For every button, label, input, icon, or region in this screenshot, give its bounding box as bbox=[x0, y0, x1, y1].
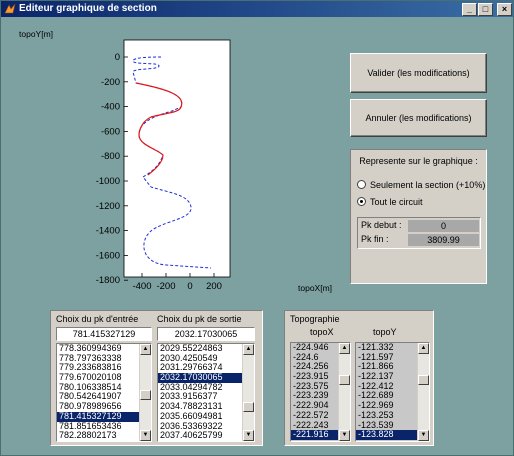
full-circuit-radio[interactable] bbox=[357, 197, 366, 206]
cancel-button[interactable]: Annuler (les modifications) bbox=[350, 99, 487, 137]
entry-pk-list-item[interactable]: 782.28802173 bbox=[57, 430, 151, 441]
axes-box bbox=[123, 39, 231, 278]
y-ticks: 0 -200 -400 -600 -800 -1000 -1200 -1400 -1600 -18… bbox=[96, 52, 128, 286]
y-tick-label: -800 bbox=[101, 151, 120, 162]
y-tick-label: -1000 bbox=[96, 176, 120, 187]
window-title: Editeur graphique de section bbox=[19, 3, 157, 14]
pk-range-box: Pk debut : 0 Pk fin : 3809.99 bbox=[357, 217, 481, 249]
x-tick-label: 200 bbox=[206, 281, 222, 292]
display-panel-title: Represente sur le graphique : bbox=[359, 156, 478, 166]
minimize-button[interactable]: _ bbox=[462, 3, 477, 16]
pk-start-label: Pk debut : bbox=[361, 220, 402, 230]
validate-button[interactable]: Valider (les modifications) bbox=[350, 53, 487, 93]
exit-list-scrollbar[interactable]: ▲ ▼ bbox=[242, 344, 254, 441]
pk-selection-panel: Choix du pk d'entrée Choix du pk de sort… bbox=[50, 310, 263, 446]
close-button[interactable]: × bbox=[497, 3, 512, 16]
scroll-up-arrow-icon[interactable]: ▲ bbox=[418, 343, 429, 354]
topo-x-header: topoX bbox=[310, 327, 334, 337]
topo-y-scrollbar[interactable]: ▲ ▼ bbox=[417, 343, 429, 441]
section-only-label: Seulement la section (+10%) bbox=[370, 180, 486, 190]
entry-pk-label: Choix du pk d'entrée bbox=[56, 314, 139, 324]
x-tick-label: -200 bbox=[156, 281, 175, 292]
scroll-up-arrow-icon[interactable]: ▲ bbox=[243, 344, 254, 355]
pk-start-value: 0 bbox=[408, 220, 479, 232]
scroll-thumb[interactable] bbox=[140, 390, 151, 400]
section-only-radio[interactable] bbox=[357, 180, 366, 189]
scroll-down-arrow-icon[interactable]: ▼ bbox=[243, 430, 254, 441]
x-axis-label: topoX[m] bbox=[298, 283, 332, 293]
x-tick-label: -400 bbox=[132, 281, 151, 292]
scroll-thumb[interactable] bbox=[243, 402, 254, 412]
y-tick-label: -1800 bbox=[96, 275, 120, 286]
y-tick-label: -1400 bbox=[96, 226, 120, 237]
y-tick-label: -400 bbox=[101, 102, 120, 113]
scroll-thumb[interactable] bbox=[418, 375, 429, 385]
entry-list-scrollbar[interactable]: ▲ ▼ bbox=[139, 344, 151, 441]
y-tick-label: -200 bbox=[101, 77, 120, 88]
entry-pk-listbox[interactable]: 778.360994369 778.797363338 779.233683816 7… bbox=[56, 343, 152, 442]
topo-y-listbox[interactable]: -121.332 -121.597 -121.866 -122.137 -122.412… bbox=[355, 342, 430, 442]
exit-pk-list-item[interactable]: 2037.40625799 bbox=[158, 430, 254, 441]
y-tick-label: -1200 bbox=[96, 201, 120, 212]
title-bar: Editeur graphique de section _ □ × bbox=[1, 1, 513, 17]
y-axis-label: topoY[m] bbox=[19, 29, 53, 39]
pk-end-value: 3809.99 bbox=[408, 234, 479, 246]
scroll-up-arrow-icon[interactable]: ▲ bbox=[140, 344, 151, 355]
scroll-down-arrow-icon[interactable]: ▼ bbox=[418, 430, 429, 441]
topo-y-header: topoY bbox=[373, 327, 397, 337]
y-tick-label: -1600 bbox=[96, 250, 120, 261]
y-tick-label: -600 bbox=[101, 126, 120, 137]
scroll-thumb[interactable] bbox=[339, 375, 350, 385]
x-tick-label: 0 bbox=[187, 281, 192, 292]
y-tick-label: 0 bbox=[115, 52, 120, 63]
full-circuit-label: Tout le circuit bbox=[370, 197, 423, 207]
exit-pk-listbox[interactable]: 2029.55224863 2030.4250549 2031.29766374 20… bbox=[157, 343, 255, 442]
scroll-up-arrow-icon[interactable]: ▲ bbox=[339, 343, 350, 354]
scroll-down-arrow-icon[interactable]: ▼ bbox=[140, 430, 151, 441]
entry-pk-field[interactable]: 781.415327129 bbox=[56, 327, 152, 341]
maximize-button[interactable]: □ bbox=[478, 3, 493, 16]
topo-x-scrollbar[interactable]: ▲ ▼ bbox=[338, 343, 350, 441]
display-options-panel: Represente sur le graphique : Seulement … bbox=[350, 149, 487, 284]
pk-end-label: Pk fin : bbox=[361, 234, 389, 244]
topography-title: Topographie bbox=[290, 314, 340, 324]
exit-pk-label: Choix du pk de sortie bbox=[157, 314, 242, 324]
section-editor-window: Editeur graphique de section _ □ × topoY… bbox=[0, 0, 514, 456]
topo-x-listbox[interactable]: -224.946 -224.6 -224.256 -223.915 -223.575 -2… bbox=[290, 342, 351, 442]
scroll-down-arrow-icon[interactable]: ▼ bbox=[339, 430, 350, 441]
matlab-icon bbox=[4, 3, 16, 14]
exit-pk-field[interactable]: 2032.17030065 bbox=[157, 327, 255, 341]
topography-panel: Topographie topoX topoY -224.946 -224.6 -2… bbox=[284, 310, 434, 446]
